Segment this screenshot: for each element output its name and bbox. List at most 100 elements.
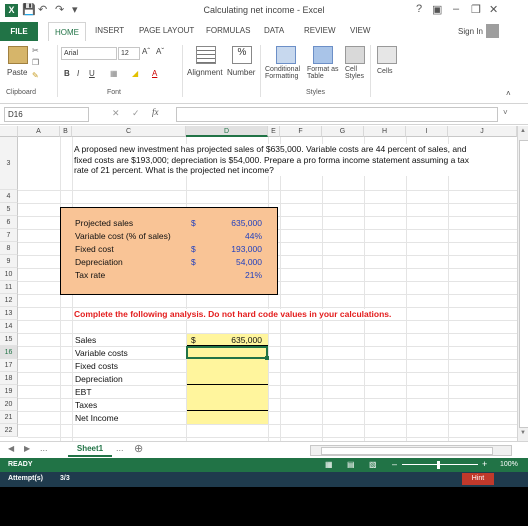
row-header-22[interactable]: 22: [0, 424, 18, 437]
column-header-e[interactable]: E: [268, 126, 280, 137]
active-cell-d16[interactable]: [186, 346, 268, 359]
collapse-ribbon-icon[interactable]: ˄: [506, 89, 511, 98]
help-button[interactable]: ?: [416, 3, 422, 15]
column-header-g[interactable]: G: [322, 126, 364, 137]
tab-file[interactable]: FILE: [0, 22, 38, 41]
row-header-8[interactable]: 8: [0, 242, 18, 255]
minimize-button[interactable]: –: [453, 3, 459, 15]
column-header-a[interactable]: A: [18, 126, 60, 137]
vertical-scrollbar[interactable]: ▲ ▼: [517, 126, 528, 441]
row-header-7[interactable]: 7: [0, 229, 18, 242]
input-value[interactable]: 635,000: [210, 218, 262, 228]
zoom-slider-thumb[interactable]: [437, 461, 440, 469]
tab-insert[interactable]: INSERT: [95, 26, 124, 35]
zoom-level[interactable]: 100%: [500, 461, 518, 468]
row-header-13[interactable]: 13: [0, 307, 18, 320]
fill-handle[interactable]: [265, 356, 269, 360]
row-header-10[interactable]: 10: [0, 268, 18, 281]
row-header-5[interactable]: 5: [0, 203, 18, 216]
ribbon-display-icon[interactable]: ▣: [432, 3, 442, 16]
format-painter-icon[interactable]: ✎: [32, 71, 39, 80]
zoom-in-icon[interactable]: +: [482, 459, 487, 469]
row-header-17[interactable]: 17: [0, 359, 18, 372]
zoom-out-icon[interactable]: –: [392, 459, 397, 469]
sheet-tab-sheet1[interactable]: Sheet1: [68, 442, 112, 457]
prev-sheet-icon[interactable]: ◀: [8, 444, 14, 453]
row-header-14[interactable]: 14: [0, 320, 18, 333]
underline-button[interactable]: U: [89, 69, 95, 78]
copy-icon[interactable]: ❐: [32, 58, 39, 67]
column-header-i[interactable]: I: [406, 126, 448, 137]
input-value[interactable]: 44%: [210, 231, 262, 241]
insert-function-icon[interactable]: fx: [152, 107, 159, 117]
more-sheets-left-icon[interactable]: ...: [40, 443, 48, 453]
new-sheet-icon[interactable]: ⊕: [134, 442, 143, 455]
row-header-20[interactable]: 20: [0, 398, 18, 411]
tab-view[interactable]: VIEW: [350, 26, 370, 35]
sign-in-link[interactable]: Sign In: [458, 27, 483, 36]
horizontal-scrollbar[interactable]: [310, 445, 512, 456]
paste-icon[interactable]: [8, 46, 28, 64]
row-header-21[interactable]: 21: [0, 411, 18, 424]
worksheet-grid[interactable]: A B C D E F G H I J 3 4 5 6 7 8 9 10 11 …: [0, 126, 517, 441]
alignment-button[interactable]: Alignment: [187, 68, 223, 77]
column-header-h[interactable]: H: [364, 126, 406, 137]
normal-view-icon[interactable]: ▦: [325, 460, 333, 469]
column-header-d[interactable]: D: [186, 126, 268, 137]
tab-data[interactable]: DATA: [264, 26, 284, 35]
format-as-table-icon[interactable]: [313, 46, 333, 64]
name-box[interactable]: D16: [4, 107, 89, 122]
horizontal-scrollbar-thumb[interactable]: [321, 447, 493, 455]
scrollbar-thumb[interactable]: [519, 140, 528, 428]
zoom-slider[interactable]: [402, 464, 478, 465]
row-header-9[interactable]: 9: [0, 255, 18, 268]
page-break-view-icon[interactable]: ▧: [369, 460, 377, 469]
cells-icon[interactable]: [377, 46, 397, 64]
hint-button[interactable]: Hint: [462, 473, 494, 485]
conditional-formatting-button[interactable]: Conditional Formatting: [265, 66, 300, 80]
bold-button[interactable]: B: [64, 69, 70, 78]
tab-page-layout[interactable]: PAGE LAYOUT: [139, 26, 194, 35]
input-value[interactable]: 21%: [210, 270, 262, 280]
cancel-icon[interactable]: ✕: [112, 108, 120, 119]
expand-formula-bar-icon[interactable]: ˅: [503, 108, 508, 117]
scroll-up-icon[interactable]: ▲: [520, 128, 526, 134]
close-button[interactable]: ✕: [489, 3, 498, 16]
grow-font-icon[interactable]: Aˆ: [142, 47, 150, 56]
enter-icon[interactable]: ✓: [132, 108, 140, 119]
format-as-table-button[interactable]: Format as Table: [307, 66, 339, 80]
alignment-icon[interactable]: [196, 46, 216, 64]
formula-input[interactable]: [176, 107, 498, 122]
row-header-3[interactable]: 3: [0, 137, 18, 190]
number-button[interactable]: Number: [227, 68, 255, 77]
row-header-15[interactable]: 15: [0, 333, 18, 346]
row-header-18[interactable]: 18: [0, 372, 18, 385]
restore-button[interactable]: ❐: [471, 3, 481, 16]
percent-icon[interactable]: %: [232, 46, 252, 64]
tab-review[interactable]: REVIEW: [304, 26, 336, 35]
conditional-formatting-icon[interactable]: [276, 46, 296, 64]
row-header-6[interactable]: 6: [0, 216, 18, 229]
cells-button[interactable]: Cells: [377, 68, 393, 75]
select-all-corner[interactable]: [0, 126, 18, 137]
cell-styles-button[interactable]: Cell Styles: [345, 66, 364, 80]
tab-home[interactable]: HOME: [48, 22, 86, 43]
scroll-down-icon[interactable]: ▼: [520, 430, 526, 436]
row-header-4[interactable]: 4: [0, 190, 18, 203]
italic-button[interactable]: I: [77, 69, 79, 78]
borders-icon[interactable]: ▦: [110, 69, 118, 78]
row-header-16[interactable]: 16: [0, 346, 18, 359]
paste-button[interactable]: Paste: [7, 68, 27, 77]
shrink-font-icon[interactable]: Aˇ: [156, 47, 164, 56]
column-header-j[interactable]: J: [448, 126, 517, 137]
font-name-select[interactable]: Arial: [61, 47, 117, 60]
row-header-11[interactable]: 11: [0, 281, 18, 294]
avatar-icon[interactable]: [486, 24, 499, 38]
fill-color-icon[interactable]: ◢: [132, 69, 138, 78]
analysis-value[interactable]: 635,000: [210, 335, 262, 345]
cell-styles-icon[interactable]: [345, 46, 365, 64]
column-header-f[interactable]: F: [280, 126, 322, 137]
cut-icon[interactable]: ✂: [32, 46, 39, 55]
row-header-19[interactable]: 19: [0, 385, 18, 398]
page-layout-view-icon[interactable]: ▤: [347, 460, 355, 469]
